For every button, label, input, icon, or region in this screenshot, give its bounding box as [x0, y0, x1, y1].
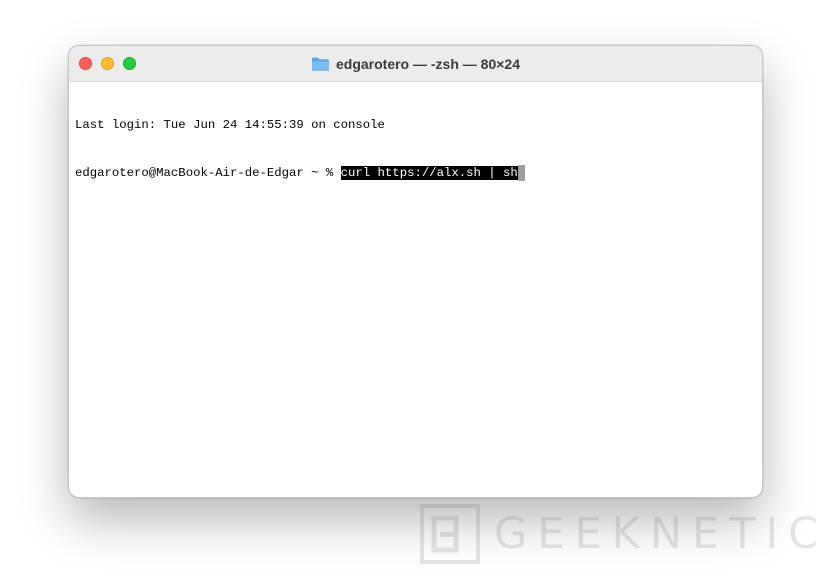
- folder-icon: [311, 57, 329, 71]
- watermark-text: GEEKNETIC: [494, 509, 829, 559]
- text-cursor: [517, 165, 525, 181]
- command-line[interactable]: edgarotero@MacBook-Air-de-Edgar ~ % curl…: [75, 165, 756, 181]
- selected-command[interactable]: curl https://alx.sh | sh: [340, 166, 518, 180]
- window-title: edgarotero — -zsh — 80×24: [335, 55, 520, 72]
- watermark: GEEKNETIC: [420, 504, 828, 564]
- title-bar[interactable]: edgarotero — -zsh — 80×24: [69, 46, 762, 82]
- terminal-output[interactable]: Last login: Tue Jun 24 14:55:39 on conso…: [75, 85, 756, 213]
- terminal-window: edgarotero — -zsh — 80×24 Last login: Tu…: [68, 45, 763, 498]
- geeknetic-logo: [420, 504, 480, 564]
- window-title-group: edgarotero — -zsh — 80×24: [69, 46, 762, 81]
- last-login-line: Last login: Tue Jun 24 14:55:39 on conso…: [75, 118, 385, 132]
- shell-prompt: edgarotero@MacBook-Air-de-Edgar ~ %: [75, 166, 341, 180]
